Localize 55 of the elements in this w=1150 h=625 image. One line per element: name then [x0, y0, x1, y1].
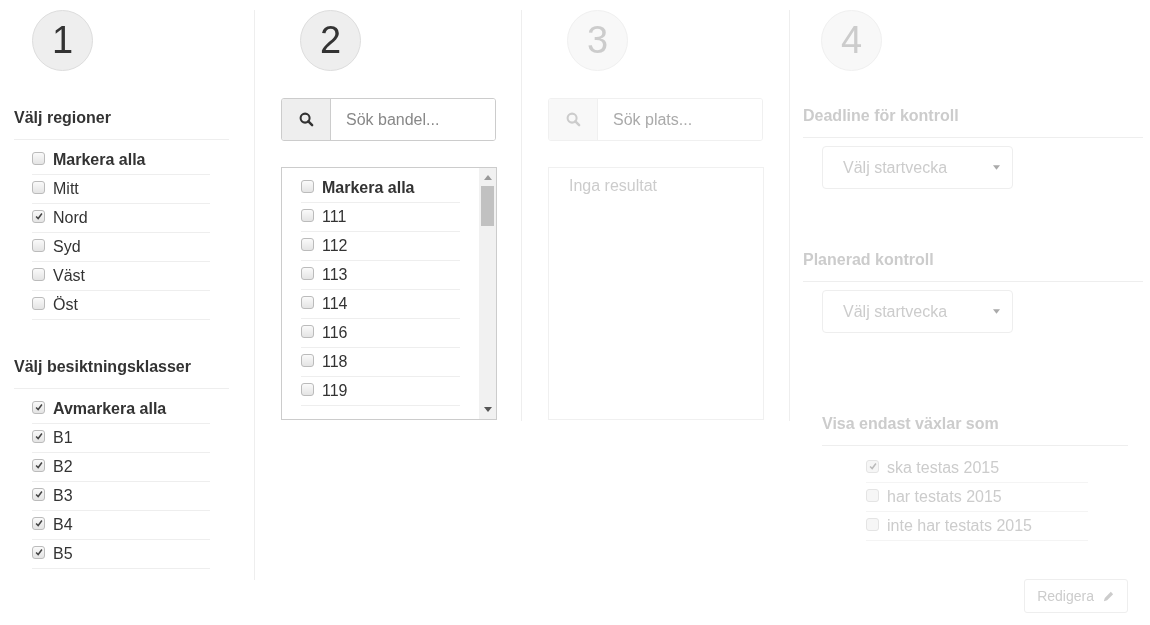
step-number: 1: [32, 10, 93, 71]
checkbox-item[interactable]: 111: [301, 203, 460, 232]
checkbox-item[interactable]: Nord: [32, 204, 210, 233]
section-heading: Välj besiktningsklasser: [14, 358, 229, 389]
scrollbar[interactable]: [479, 168, 496, 419]
checkbox[interactable]: [301, 295, 314, 309]
checkbox-item[interactable]: 113: [301, 261, 460, 290]
checkbox[interactable]: [32, 487, 45, 501]
checkbox[interactable]: [32, 238, 45, 252]
scrollbar-thumb[interactable]: [481, 186, 494, 226]
checkbox[interactable]: [301, 266, 314, 280]
checkbox-item[interactable]: Avmarkera alla: [32, 395, 210, 424]
checkbox[interactable]: [32, 267, 45, 281]
checkbox-item[interactable]: B4: [32, 511, 210, 540]
checkbox[interactable]: [32, 429, 45, 443]
checkbox-item[interactable]: 119: [301, 377, 460, 406]
checkbox-item[interactable]: B3: [32, 482, 210, 511]
checkbox-item[interactable]: Markera alla: [32, 146, 210, 175]
checkbox[interactable]: [32, 209, 45, 223]
checkbox[interactable]: [32, 151, 45, 165]
checkbox[interactable]: [32, 458, 45, 472]
checkbox-item[interactable]: Markera alla: [301, 174, 460, 203]
scroll-down-icon[interactable]: [483, 407, 492, 412]
checkbox[interactable]: [301, 324, 314, 338]
step-number: 2: [300, 10, 361, 71]
checkbox[interactable]: [32, 180, 45, 194]
checkbox-item[interactable]: 116: [301, 319, 460, 348]
caret-icon: [993, 309, 1000, 314]
checkbox[interactable]: [301, 382, 314, 396]
scroll-up-icon[interactable]: [483, 175, 492, 180]
search-icon: [549, 99, 598, 140]
checkbox[interactable]: [301, 237, 314, 251]
checkbox[interactable]: [301, 208, 314, 222]
section-heading: Välj regioner: [14, 109, 229, 140]
check-icon: [867, 461, 878, 471]
pencil-icon: [1102, 589, 1115, 603]
checkbox[interactable]: [32, 400, 45, 414]
caret-icon: [993, 165, 1000, 170]
checkbox[interactable]: [32, 545, 45, 559]
checkbox-item[interactable]: Syd: [32, 233, 210, 262]
checkbox-item[interactable]: Mitt: [32, 175, 210, 204]
search-icon: [282, 99, 331, 140]
checkbox[interactable]: [301, 179, 314, 193]
checkbox-item[interactable]: B1: [32, 424, 210, 453]
checkbox-item[interactable]: B5: [32, 540, 210, 569]
checkbox-item[interactable]: 112: [301, 232, 460, 261]
checkbox[interactable]: [32, 296, 45, 310]
checkbox[interactable]: [301, 353, 314, 367]
search-field[interactable]: Sök bandel...: [281, 98, 496, 141]
checkbox-item[interactable]: 118: [301, 348, 460, 377]
checkbox[interactable]: [32, 516, 45, 530]
checkbox-item[interactable]: Öst: [32, 291, 210, 320]
checkbox-item[interactable]: B2: [32, 453, 210, 482]
checkbox-item[interactable]: 114: [301, 290, 460, 319]
checkbox-item[interactable]: Väst: [32, 262, 210, 291]
